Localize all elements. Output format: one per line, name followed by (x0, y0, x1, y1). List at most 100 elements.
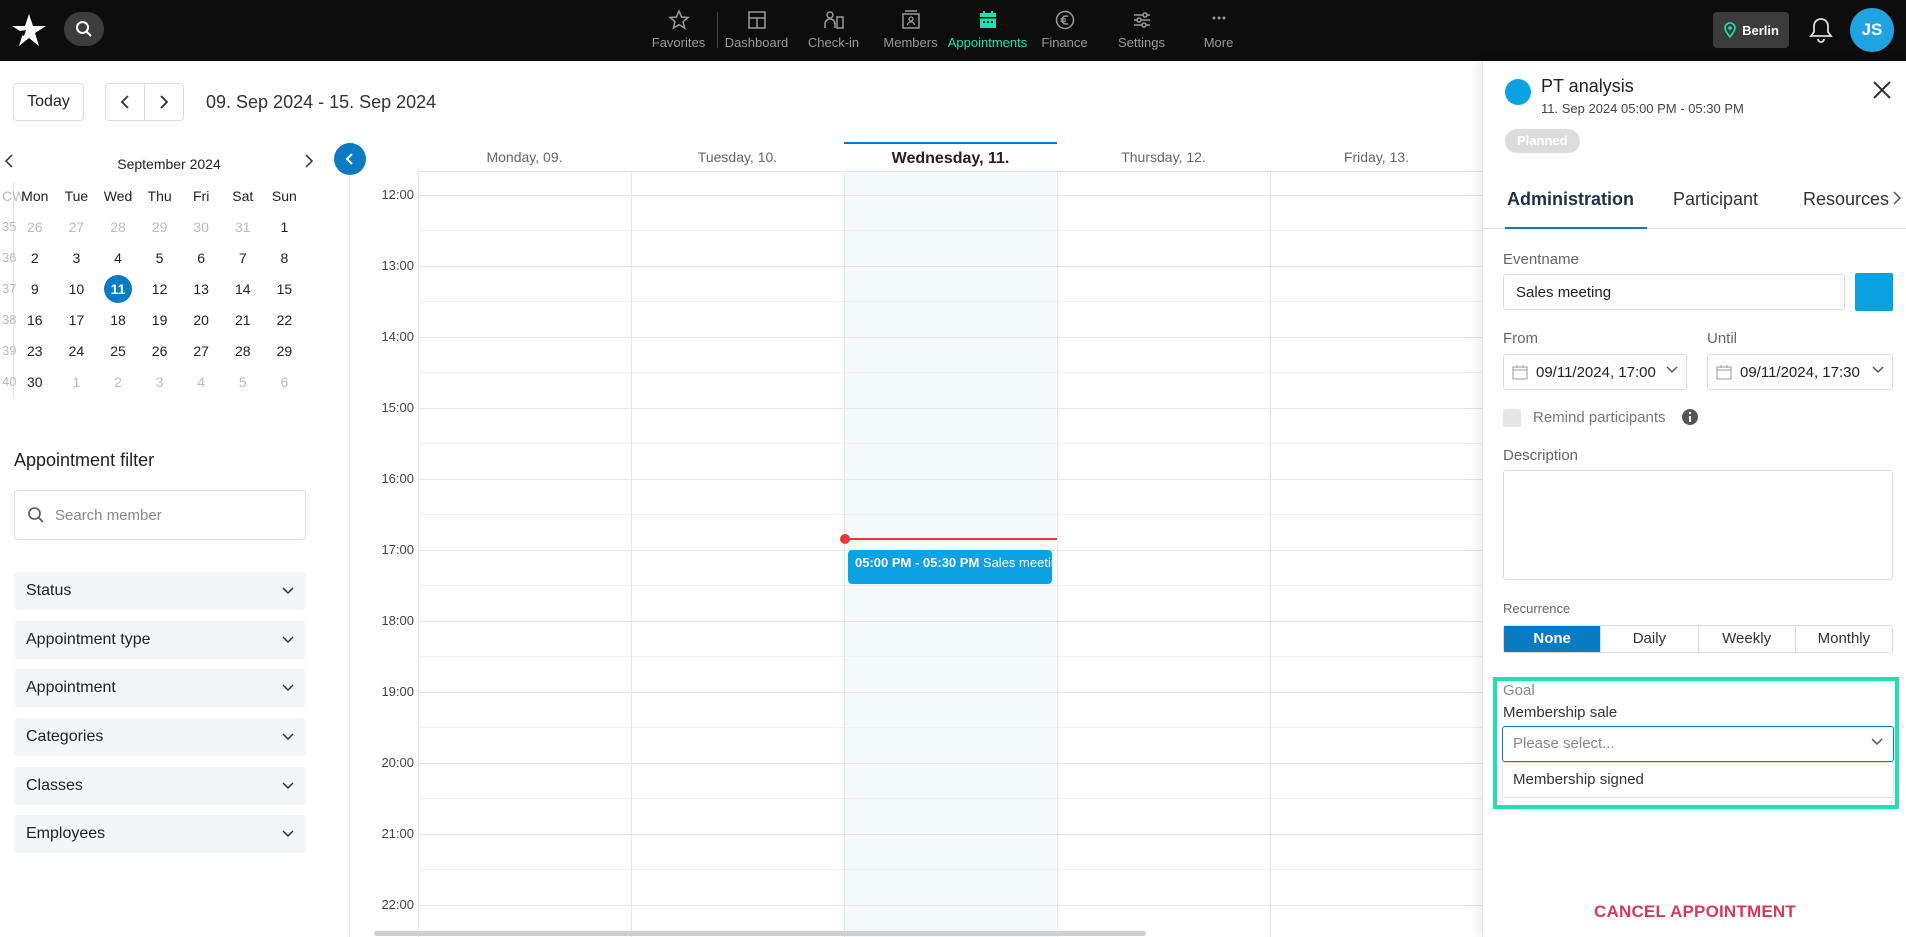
day-header[interactable]: Thursday, 12. (1057, 142, 1270, 172)
mini-calendar-day[interactable]: 17 (56, 312, 98, 328)
mini-calendar-day[interactable]: 29 (264, 343, 306, 359)
mini-calendar-day[interactable]: 2 (97, 374, 139, 390)
mini-calendar-day[interactable]: 28 (97, 219, 139, 235)
collapse-sidebar-button[interactable] (334, 143, 366, 175)
search-icon (76, 21, 92, 37)
user-avatar[interactable]: JS (1850, 8, 1894, 52)
mini-calendar-day[interactable]: 12 (139, 281, 181, 297)
mini-calendar-day[interactable]: 7 (222, 250, 264, 266)
mini-calendar-day[interactable]: 1 (56, 374, 98, 390)
goal-option-membership-signed[interactable]: Membership signed (1502, 762, 1894, 798)
weekday-header: Tue (64, 187, 89, 204)
day-header[interactable]: Friday, 13. (1270, 142, 1482, 172)
tab-participant[interactable]: Participant (1673, 169, 1758, 229)
mini-calendar-day[interactable]: 30 (14, 374, 56, 390)
horizontal-scrollbar[interactable] (374, 931, 1146, 936)
mini-calendar-day[interactable]: 30 (180, 219, 222, 235)
eventname-input[interactable]: Sales meeting (1503, 274, 1845, 310)
mini-calendar-day[interactable]: 26 (14, 219, 56, 235)
day-header[interactable]: Tuesday, 10. (631, 142, 844, 172)
from-label: From (1503, 330, 1538, 347)
logo-icon[interactable] (10, 12, 48, 48)
tab-administration[interactable]: Administration (1505, 169, 1647, 229)
nav-settings[interactable]: Settings (1103, 0, 1180, 61)
previous-week-button[interactable] (106, 84, 145, 120)
nav-check-in[interactable]: Check-in (795, 0, 872, 61)
nav-dashboard[interactable]: Dashboard (718, 0, 795, 61)
location-button[interactable]: Berlin (1713, 12, 1789, 48)
remind-participants-checkbox[interactable] (1503, 409, 1521, 427)
mini-calendar-day[interactable]: 14 (222, 281, 264, 297)
recurrence-monthly[interactable]: Monthly (1796, 626, 1892, 652)
mini-calendar-day[interactable]: 23 (14, 343, 56, 359)
filter-appointment[interactable]: Appointment (14, 669, 306, 707)
calendar-icon (1716, 365, 1732, 380)
filter-employees[interactable]: Employees (14, 815, 306, 853)
mini-calendar-day[interactable]: 19 (139, 312, 181, 328)
mini-calendar-day[interactable]: 29 (139, 219, 181, 235)
mini-calendar-day[interactable]: 26 (139, 343, 181, 359)
mini-calendar-day[interactable]: 31 (222, 219, 264, 235)
filter-categories[interactable]: Categories (14, 718, 306, 756)
tab-resources[interactable]: Resources (1803, 169, 1889, 229)
mini-calendar-day[interactable]: 2 (14, 250, 56, 266)
hour-line (418, 479, 1482, 480)
mini-calendar-day[interactable]: 10 (56, 281, 98, 297)
mini-calendar-day[interactable]: 28 (222, 343, 264, 359)
mini-calendar-day[interactable]: 27 (56, 219, 98, 235)
mini-calendar-day[interactable]: 27 (180, 343, 222, 359)
mini-calendar-day[interactable]: 25 (97, 343, 139, 359)
mini-calendar-day[interactable]: 3 (56, 250, 98, 266)
next-week-button[interactable] (145, 84, 183, 120)
mini-calendar-day[interactable]: 4 (180, 374, 222, 390)
nav-favorites[interactable]: Favorites (640, 0, 717, 61)
mini-calendar-day[interactable]: 16 (14, 312, 56, 328)
chevron-right-icon[interactable] (304, 154, 314, 168)
goal-select[interactable]: Please select... (1502, 726, 1894, 762)
filter-classes[interactable]: Classes (14, 767, 306, 805)
nav-appointments[interactable]: Appointments (948, 0, 1027, 61)
recurrence-daily[interactable]: Daily (1601, 626, 1699, 652)
description-textarea[interactable] (1503, 470, 1893, 580)
half-hour-line (418, 727, 1482, 728)
until-datetime-picker[interactable]: 09/11/2024, 17:30 (1707, 354, 1893, 390)
day-header[interactable]: Wednesday, 11. (844, 142, 1057, 172)
mini-calendar-day[interactable]: 1 (264, 219, 306, 235)
mini-calendar-day[interactable]: 4 (97, 250, 139, 266)
mini-calendar-day[interactable]: 18 (97, 312, 139, 328)
event-color-picker[interactable] (1855, 273, 1893, 311)
from-datetime-picker[interactable]: 09/11/2024, 17:00 (1503, 354, 1687, 390)
close-icon[interactable] (1871, 79, 1893, 101)
member-search-input[interactable]: Search member (14, 490, 306, 540)
mini-calendar-day[interactable]: 15 (264, 281, 306, 297)
mini-calendar-day[interactable]: 9 (14, 281, 56, 297)
global-search-button[interactable] (64, 12, 104, 46)
mini-calendar-day[interactable]: 3 (139, 374, 181, 390)
mini-calendar-day[interactable]: 5 (139, 250, 181, 266)
bell-icon[interactable] (1808, 16, 1834, 44)
recurrence-weekly[interactable]: Weekly (1699, 626, 1796, 652)
filter-status[interactable]: Status (14, 572, 306, 610)
nav-members[interactable]: Members (872, 0, 949, 61)
mini-calendar-day[interactable]: 20 (180, 312, 222, 328)
recurrence-none[interactable]: None (1504, 626, 1602, 652)
chevron-right-icon[interactable] (1893, 191, 1901, 205)
mini-calendar-day[interactable]: 5 (222, 374, 264, 390)
mini-calendar-day[interactable]: 8 (264, 250, 306, 266)
nav-finance[interactable]: Finance (1026, 0, 1103, 61)
nav-more[interactable]: More (1180, 0, 1257, 61)
filter-appointment-type[interactable]: Appointment type (14, 621, 306, 659)
appointment-event[interactable]: 05:00 PM - 05:30 PM Sales meeting (848, 550, 1052, 584)
mini-calendar-day[interactable]: 21 (222, 312, 264, 328)
mini-calendar-day[interactable]: 6 (264, 374, 306, 390)
mini-calendar-day[interactable]: 24 (56, 343, 98, 359)
mini-calendar-day[interactable]: 22 (264, 312, 306, 328)
cancel-appointment-button[interactable]: CANCEL APPOINTMENT (1483, 902, 1906, 922)
day-header[interactable]: Monday, 09. (418, 142, 631, 172)
mini-calendar-day[interactable]: 6 (180, 250, 222, 266)
info-icon[interactable] (1681, 408, 1699, 426)
today-button[interactable]: Today (13, 83, 84, 121)
mini-calendar-day[interactable]: 13 (180, 281, 222, 297)
mini-calendar-day-today[interactable]: 11 (97, 274, 139, 303)
hour-label: 15:00 (381, 400, 414, 415)
